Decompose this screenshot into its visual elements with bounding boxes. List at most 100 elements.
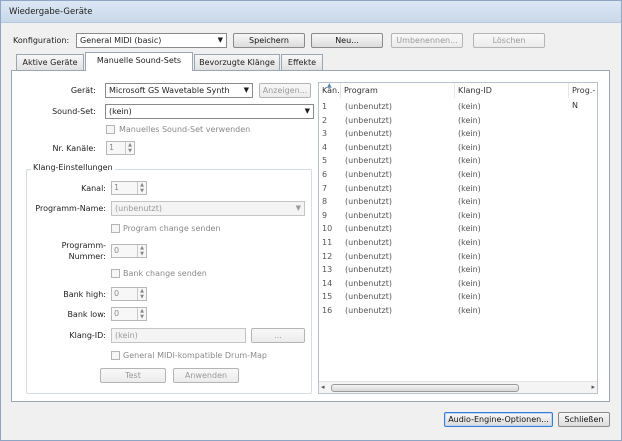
column-header-program-number[interactable]: Prog.-N [569,83,597,110]
table-row[interactable]: 3 (unbenutzt) (kein) [319,127,597,140]
tab-effects[interactable]: Effekte [281,54,323,70]
cell-sound-id: (kein) [458,129,481,139]
table-row[interactable]: 12 (unbenutzt) (kein) [319,250,597,263]
cell-channel: 5 [322,156,328,166]
cell-sound-id: (kein) [458,197,481,207]
table-row[interactable]: 4 (unbenutzt) (kein) [319,141,597,154]
device-label: Gerät: [70,86,96,95]
cell-channel: 3 [322,129,328,139]
playback-devices-window: Wiedergabe-Geräte Konfiguration: General… [0,0,622,441]
bank-change-checkbox[interactable] [111,269,120,278]
spin-arrows-icon[interactable]: ▲ ▼ [137,288,146,300]
cell-channel: 11 [322,238,333,247]
tab-active-devices[interactable]: Aktive Geräte [16,54,84,70]
cell-program: (unbenutzt) [345,278,392,288]
cell-channel: 6 [322,170,328,179]
bank-low-stepper[interactable]: 0 ▲ ▼ [111,307,147,321]
table-row[interactable]: 13 (unbenutzt) (kein) [319,263,597,276]
cell-channel: 13 [322,265,333,275]
soundset-value: (kein) [109,107,132,116]
tab-preferred-sounds[interactable]: Bevorzugte Klänge [194,54,280,70]
close-button[interactable]: Schließen [558,412,610,427]
cell-sound-id: (kein) [458,170,481,179]
spin-arrows-icon[interactable]: ▲ ▼ [137,245,146,257]
device-select[interactable]: Microsoft GS Wavetable Synth ▼ [105,83,253,98]
channels-stepper[interactable]: 1 ▲ ▼ [106,141,135,155]
cell-program: (unbenutzt) [345,210,392,220]
show-button[interactable]: Anzeigen... [259,83,311,98]
cell-program: (unbenutzt) [345,238,392,247]
cell-program: (unbenutzt) [345,251,392,261]
spin-arrows-icon[interactable]: ▲ ▼ [137,182,146,194]
save-button[interactable]: Speichern [233,33,305,48]
spin-arrows-icon[interactable]: ▲ ▼ [125,142,134,154]
chevron-down-icon: ▼ [295,204,301,212]
audio-engine-options-button[interactable]: Audio-Engine-Optionen... [444,412,553,427]
soundset-select[interactable]: (kein) ▼ [105,104,314,119]
horizontal-scrollbar[interactable]: ◂ ▸ [319,381,597,393]
scrollbar-thumb[interactable] [331,384,519,392]
tab-manual-sound-sets[interactable]: Manuelle Sound-Sets [85,52,193,71]
cell-sound-id: (kein) [458,156,481,166]
program-change-checkbox[interactable] [111,224,120,233]
rename-button[interactable]: Umbenennen... [391,33,463,48]
device-value: Microsoft GS Wavetable Synth [109,86,230,95]
cell-channel: 10 [322,224,333,234]
delete-button[interactable]: Löschen [473,33,545,48]
cell-channel: 16 [322,306,333,315]
config-value: General MIDI (basic) [80,36,162,45]
sound-id-value: (kein) [115,331,138,340]
channel-table[interactable]: Kan. Program Klang-ID Prog.-N ▲ 1 (unbenu… [318,82,598,394]
new-button[interactable]: Neu... [311,33,383,48]
cell-sound-id: (kein) [458,265,481,275]
cell-program: (unbenutzt) [345,197,392,207]
program-number-stepper[interactable]: 0 ▲ ▼ [111,244,147,258]
table-row[interactable]: 11 (unbenutzt) (kein) [319,236,597,249]
column-header-sound-id[interactable]: Klang-ID [455,83,569,98]
bank-low-label: Bank low: [67,310,106,319]
soundset-label: Sound-Set: [52,107,96,116]
cell-channel: 12 [322,251,333,261]
table-row[interactable]: 7 (unbenutzt) (kein) [319,182,597,195]
chevron-down-icon: ▼ [243,86,249,94]
browse-button[interactable]: ... [251,328,305,343]
cell-channel: 2 [322,115,328,125]
title-bar[interactable]: Wiedergabe-Geräte [1,1,621,23]
table-row[interactable]: 1 (unbenutzt) (kein) [319,100,597,113]
table-row[interactable]: 5 (unbenutzt) (kein) [319,154,597,167]
program-number-value: 0 [114,246,120,255]
table-row[interactable]: 15 (unbenutzt) (kein) [319,290,597,303]
column-header-program[interactable]: Program [341,83,455,98]
table-row[interactable]: 2 (unbenutzt) (kein) [319,114,597,127]
table-row[interactable]: 9 (unbenutzt) (kein) [319,209,597,222]
bank-high-stepper[interactable]: 0 ▲ ▼ [111,287,147,301]
cell-sound-id: (kein) [458,142,481,152]
cell-program: (unbenutzt) [345,142,392,152]
gm-drum-map-label: General MIDI-kompatible Drum-Map [123,351,267,360]
channel-stepper[interactable]: 1 ▲ ▼ [111,181,147,195]
program-name-value: (unbenutzt) [115,204,162,213]
table-row[interactable]: 16 (unbenutzt) (kein) [319,304,597,317]
sound-id-field[interactable]: (kein) [111,328,246,343]
table-row[interactable]: 8 (unbenutzt) (kein) [319,195,597,208]
table-row[interactable]: 14 (unbenutzt) (kein) [319,277,597,290]
sound-settings-title: Klang-Einstellungen [31,163,115,172]
program-name-select[interactable]: (unbenutzt) ▼ [111,201,305,216]
gm-drum-map-checkbox[interactable] [111,351,120,360]
window-title: Wiedergabe-Geräte [9,7,93,17]
table-row[interactable]: 6 (unbenutzt) (kein) [319,168,597,181]
sort-up-icon: ▲ [327,82,332,89]
cell-program: (unbenutzt) [345,265,392,275]
apply-button[interactable]: Anwenden [173,368,239,383]
table-row[interactable]: 10 (unbenutzt) (kein) [319,222,597,235]
config-select[interactable]: General MIDI (basic) ▼ [76,33,227,48]
manual-soundset-checkbox[interactable] [106,125,115,134]
spin-arrows-icon[interactable]: ▲ ▼ [137,308,146,320]
scroll-right-icon[interactable]: ▸ [591,383,595,391]
test-button[interactable]: Test [100,368,166,383]
cell-sound-id: (kein) [458,115,481,125]
scroll-left-icon[interactable]: ◂ [321,383,325,391]
cell-sound-id: (kein) [458,183,481,193]
cell-program: (unbenutzt) [345,224,392,234]
cell-sound-id: (kein) [458,210,481,220]
